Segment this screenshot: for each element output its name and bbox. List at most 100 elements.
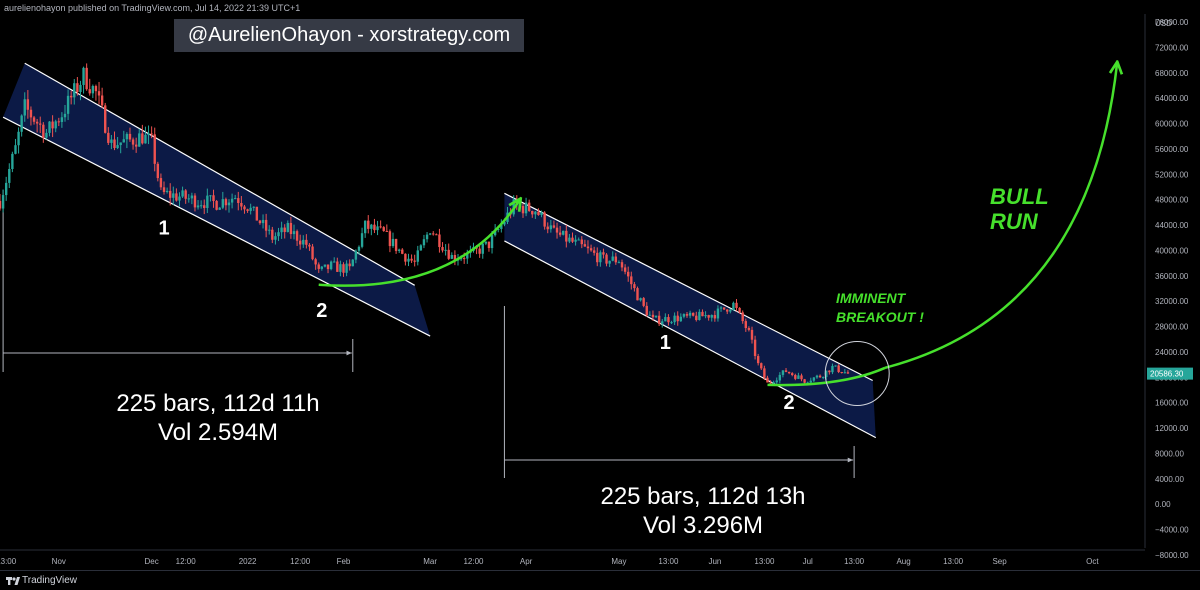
candle-body: [209, 195, 212, 197]
candle-body: [713, 315, 717, 319]
candle-body: [218, 207, 221, 210]
candle-body: [756, 356, 760, 364]
price-tick-label: 52000.00: [1155, 170, 1189, 179]
candle-body: [484, 241, 488, 244]
candle-body: [667, 317, 670, 323]
candle-body: [487, 241, 491, 249]
candle-body: [410, 258, 413, 261]
candle-body: [781, 370, 785, 375]
candle-body: [843, 372, 847, 374]
candle-body: [57, 121, 60, 123]
candle-body: [320, 266, 324, 269]
time-tick-label: Nov: [52, 557, 66, 566]
candle-body: [552, 225, 556, 228]
price-tick-label: −8000.00: [1155, 551, 1189, 560]
candle-body: [17, 131, 20, 146]
point-label-3: 1: [660, 332, 671, 354]
candle-body: [363, 220, 367, 234]
time-tick-label: 13:00: [844, 557, 865, 566]
candle-body: [348, 263, 351, 267]
time-tick-label: Mar: [423, 557, 437, 566]
candle-body: [370, 224, 373, 229]
candle-body: [14, 145, 17, 154]
time-tick-label: May: [611, 557, 626, 566]
candle-body: [376, 226, 379, 231]
candle-body: [481, 243, 484, 254]
candle-body: [190, 195, 194, 199]
measure-label-2: 225 bars, 112d 13h Vol 3.296M: [532, 482, 874, 540]
price-tick-label: 60000.00: [1155, 120, 1189, 129]
candle-body: [199, 205, 203, 207]
candle-body: [308, 244, 311, 247]
price-tick-label: 64000.00: [1155, 94, 1189, 103]
candle-body: [373, 224, 376, 231]
candle-body: [165, 190, 169, 192]
candle-body: [172, 193, 175, 198]
candle-body: [240, 202, 243, 207]
candle-body: [379, 226, 382, 228]
candle-body: [630, 276, 633, 285]
candle-body: [258, 220, 262, 224]
candle-body: [527, 202, 531, 211]
candle-body: [462, 258, 466, 260]
candle-body: [261, 219, 265, 224]
candle-body: [79, 84, 82, 93]
candle-body: [599, 252, 602, 263]
price-tick-label: 16000.00: [1155, 399, 1189, 408]
candle-body: [441, 247, 444, 251]
candle-body: [614, 256, 618, 263]
candle-body: [701, 311, 704, 317]
tradingview-brand: TradingView: [22, 575, 78, 586]
candle-body: [8, 169, 11, 183]
candle-body: [153, 134, 156, 164]
time-tick-label: Apr: [520, 557, 533, 566]
candle-body: [596, 252, 599, 263]
candle-body: [534, 211, 537, 215]
candle-body: [760, 363, 763, 369]
candle-body: [719, 307, 723, 309]
candle-body: [716, 308, 720, 319]
candle-body: [255, 206, 259, 221]
price-tick-label: 48000.00: [1155, 196, 1189, 205]
candle-body: [391, 238, 395, 247]
candle-body: [69, 95, 73, 98]
candle-body: [627, 271, 630, 277]
tradingview-logo-icon[interactable]: [6, 575, 20, 587]
price-tick-label: 72000.00: [1155, 43, 1189, 52]
candle-body: [100, 95, 104, 106]
candle-body: [444, 249, 447, 251]
candle-body: [283, 227, 286, 232]
candle-body: [422, 239, 426, 246]
measure-2-bars: 225 bars, 112d 13h: [600, 483, 806, 510]
candle-body: [224, 199, 228, 206]
candle-body: [388, 231, 392, 247]
candle-body: [147, 133, 150, 135]
candle-body: [435, 234, 438, 236]
time-tick-label: 12:00: [176, 557, 197, 566]
candle-body: [233, 198, 237, 200]
candle-body: [221, 199, 225, 208]
candle-body: [546, 226, 549, 230]
candle-body: [577, 239, 580, 241]
time-tick-label: 13:00: [754, 557, 775, 566]
candle-body: [521, 206, 525, 214]
candle-body: [710, 315, 713, 318]
imminent-breakout-label-2: BREAKOUT !: [836, 309, 924, 325]
candle-body: [138, 133, 141, 147]
candle-body: [846, 372, 850, 374]
candle-body: [555, 227, 559, 233]
time-tick-label: 2022: [239, 557, 257, 566]
candle-body: [119, 142, 122, 146]
candle-body: [611, 256, 614, 261]
price-tick-label: 0.00: [1155, 500, 1171, 509]
candle-body: [766, 377, 769, 383]
price-tick-label: 68000.00: [1155, 69, 1189, 78]
candle-body: [691, 312, 695, 316]
time-tick-label: 13:00: [658, 557, 679, 566]
point-label-2: 2: [316, 300, 327, 322]
candle-body: [428, 233, 432, 235]
candle-body: [178, 196, 181, 201]
candle-body: [351, 259, 354, 267]
candle-body: [385, 230, 389, 232]
price-tick-label: 32000.00: [1155, 297, 1189, 306]
